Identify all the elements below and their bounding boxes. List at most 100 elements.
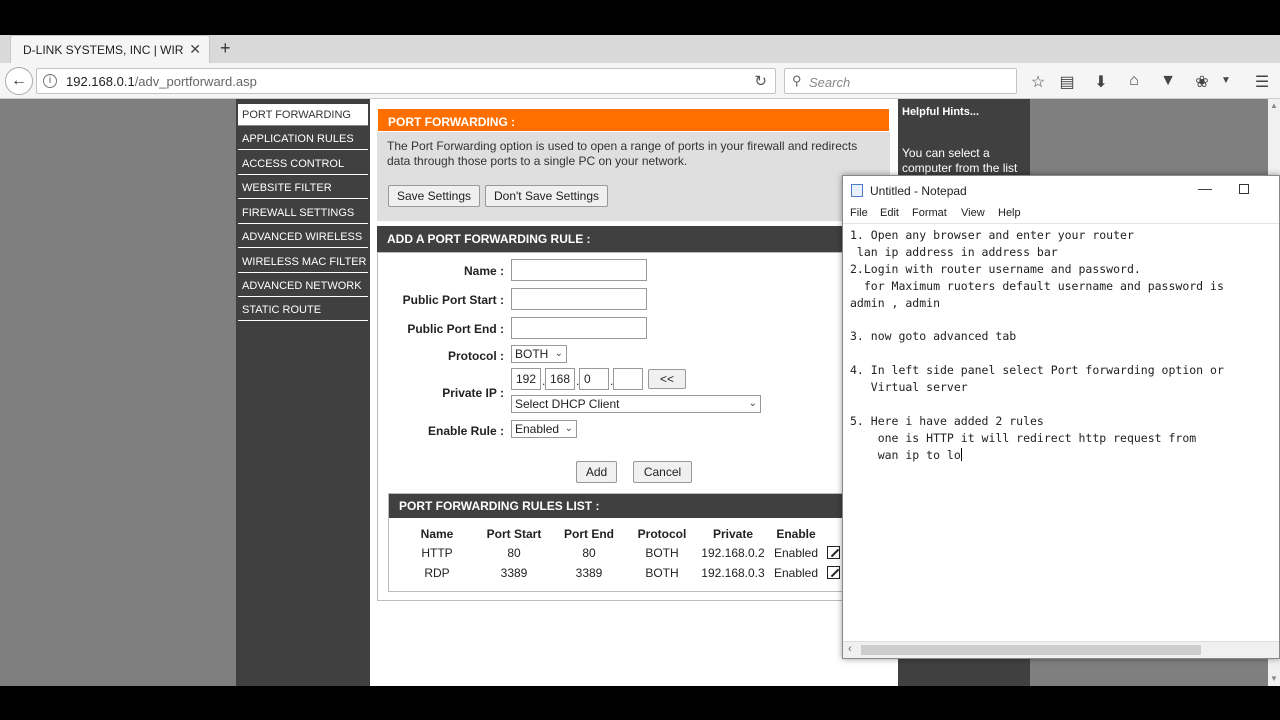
chevron-down-icon: ⌄ <box>564 423 573 434</box>
url-host: 192.168.0.1 <box>66 74 135 89</box>
rule-name-cell: RDP <box>424 566 450 580</box>
sidebar-item-firewall-settings[interactable]: FIREWALL SETTINGS <box>238 202 368 224</box>
chevron-down-icon: ⌄ <box>554 348 563 359</box>
search-icon: ⚲ <box>792 73 802 88</box>
bookmark-star-icon[interactable]: ☆ <box>1028 72 1048 92</box>
menu-help[interactable]: Help <box>998 207 1021 219</box>
rule-name-cell: HTTP <box>421 546 453 560</box>
rule-enable-cell: Enabled <box>773 546 819 560</box>
rules-header-enable: Enable <box>776 527 816 541</box>
port-forwarding-title: PORT FORWARDING : <box>377 108 890 132</box>
reading-list-icon[interactable]: ▤ <box>1057 72 1077 92</box>
scroll-down-icon[interactable]: ▼ <box>1270 674 1278 683</box>
enable-rule-label: Enable Rule : <box>427 424 504 438</box>
save-settings-button[interactable]: Save Settings <box>388 185 480 207</box>
enable-rule-select[interactable]: Enabled ⌄ <box>511 420 577 438</box>
reload-icon[interactable]: ↻ <box>754 72 767 90</box>
name-label: Name : <box>463 264 504 278</box>
pocket-icon[interactable]: ▼ <box>1158 72 1178 90</box>
menu-file[interactable]: File <box>850 207 868 219</box>
notepad-title: Untitled - Notepad <box>870 184 967 198</box>
rule-protocol-cell: BOTH <box>645 546 679 560</box>
window-titlebar <box>0 0 1280 35</box>
hamburger-menu-icon[interactable]: ☰ <box>1252 72 1272 92</box>
main-content: PORT FORWARDING : The Port Forwarding op… <box>370 99 898 686</box>
chevron-down-icon: ⌄ <box>748 398 757 409</box>
bottom-bar <box>0 686 1280 720</box>
ip-octet-2-field[interactable]: 168 <box>545 368 575 390</box>
edit-icon[interactable] <box>827 566 840 579</box>
sidebar-item-access-control[interactable]: ACCESS CONTROL <box>238 153 368 175</box>
notepad-titlebar[interactable]: Untitled - Notepad — <box>843 176 1279 204</box>
tab-strip: D-LINK SYSTEMS, INC | WIREL... ✕ + <box>0 35 1280 63</box>
sidebar-item-website-filter[interactable]: WEBSITE FILTER <box>238 177 368 199</box>
extension-icon[interactable]: ❀ <box>1192 72 1212 92</box>
new-tab-button[interactable]: + <box>220 38 231 59</box>
sidebar-item-advanced-wireless[interactable]: ADVANCED WIRELESS <box>238 226 368 248</box>
public-port-start-label: Public Port Start : <box>402 293 504 307</box>
rule-port-start-cell: 3389 <box>500 566 528 580</box>
menu-edit[interactable]: Edit <box>880 207 899 219</box>
maximize-icon[interactable] <box>1239 184 1249 194</box>
rule-enable-cell: Enabled <box>773 566 819 580</box>
text-caret <box>960 447 962 461</box>
add-button[interactable]: Add <box>576 461 617 483</box>
sidebar-item-static-route[interactable]: STATIC ROUTE <box>238 299 368 321</box>
sidebar-item-wireless-mac-filter[interactable]: WIRELESS MAC FILTER <box>238 251 368 273</box>
sidebar-item-application-rules[interactable]: APPLICATION RULES <box>238 128 368 150</box>
url-path: /adv_portforward.asp <box>134 74 257 89</box>
rule-port-end-cell: 3389 <box>575 566 603 580</box>
screen: D-LINK SYSTEMS, INC | WIREL... ✕ + ← i 1… <box>0 0 1280 720</box>
nav-toolbar: ← i 192.168.0.1/adv_portforward.asp ↻ ⚲ … <box>0 63 1280 99</box>
ip-octet-3-field[interactable]: 0 <box>579 368 609 390</box>
port-forwarding-box: PORT FORWARDING : The Port Forwarding op… <box>377 108 890 221</box>
ip-octet-4-field[interactable] <box>613 368 643 390</box>
url-bar[interactable]: i 192.168.0.1/adv_portforward.asp ↻ <box>36 68 776 94</box>
notepad-horizontal-scrollbar[interactable]: ‹ <box>843 641 1279 658</box>
left-nav: PORT FORWARDING APPLICATION RULES ACCESS… <box>236 99 370 686</box>
public-port-end-field[interactable] <box>511 317 647 339</box>
add-rule-box: ADD A PORT FORWARDING RULE : Name : Publ… <box>377 226 890 601</box>
notepad-window[interactable]: Untitled - Notepad — File Edit Format Vi… <box>842 175 1280 659</box>
minimize-icon[interactable]: — <box>1198 180 1212 196</box>
protocol-select[interactable]: BOTH ⌄ <box>511 345 567 363</box>
scroll-up-icon[interactable]: ▲ <box>1270 101 1278 110</box>
tab-router[interactable]: D-LINK SYSTEMS, INC | WIREL... ✕ <box>10 35 210 63</box>
notepad-menubar: File Edit Format View Help <box>843 204 1279 224</box>
dhcp-client-select[interactable]: Select DHCP Client ⌄ <box>511 395 761 413</box>
dont-save-settings-button[interactable]: Don't Save Settings <box>485 185 608 207</box>
rules-header-port-end: Port End <box>564 527 614 541</box>
protocol-value: BOTH <box>515 347 549 361</box>
public-port-start-field[interactable] <box>511 288 647 310</box>
sidebar-item-advanced-network[interactable]: ADVANCED NETWORK <box>238 275 368 297</box>
arrow-left-icon: ← <box>11 72 27 89</box>
name-field[interactable] <box>511 259 647 281</box>
rules-header-private: Private <box>712 527 754 541</box>
hints-text: You can select a computer from the list <box>902 146 1018 175</box>
sidebar-item-port-forwarding[interactable]: PORT FORWARDING <box>238 104 368 126</box>
ip-octet-1-field[interactable]: 192 <box>511 368 541 390</box>
home-icon[interactable]: ⌂ <box>1124 72 1144 90</box>
rule-private-ip-cell: 192.168.0.3 <box>701 566 765 580</box>
copy-ip-button[interactable]: << <box>648 369 686 389</box>
dhcp-client-value: Select DHCP Client <box>515 397 620 411</box>
menu-view[interactable]: View <box>961 207 985 219</box>
add-rule-title: ADD A PORT FORWARDING RULE : <box>377 226 890 252</box>
notepad-text-area[interactable]: 1. Open any browser and enter your route… <box>850 227 1275 464</box>
menu-format[interactable]: Format <box>912 207 947 219</box>
notepad-content: 1. Open any browser and enter your route… <box>850 228 1224 462</box>
chevron-down-icon[interactable]: ▼ <box>1216 75 1236 86</box>
rules-header-name: Name <box>420 527 454 541</box>
search-placeholder: Search <box>809 75 851 90</box>
back-button[interactable]: ← <box>5 67 33 95</box>
add-rule-body: Name : Public Port Start : Public Port E… <box>377 252 890 601</box>
rule-protocol-cell: BOTH <box>645 566 679 580</box>
cancel-button[interactable]: Cancel <box>633 461 692 483</box>
download-icon[interactable]: ⬇ <box>1091 72 1111 92</box>
edit-icon[interactable] <box>827 546 840 559</box>
search-input[interactable]: ⚲ Search <box>784 68 1017 94</box>
scrollbar-thumb[interactable] <box>861 645 1201 655</box>
close-icon[interactable]: ✕ <box>189 41 201 58</box>
info-icon[interactable]: i <box>43 74 57 88</box>
scroll-left-icon[interactable]: ‹ <box>848 643 852 655</box>
